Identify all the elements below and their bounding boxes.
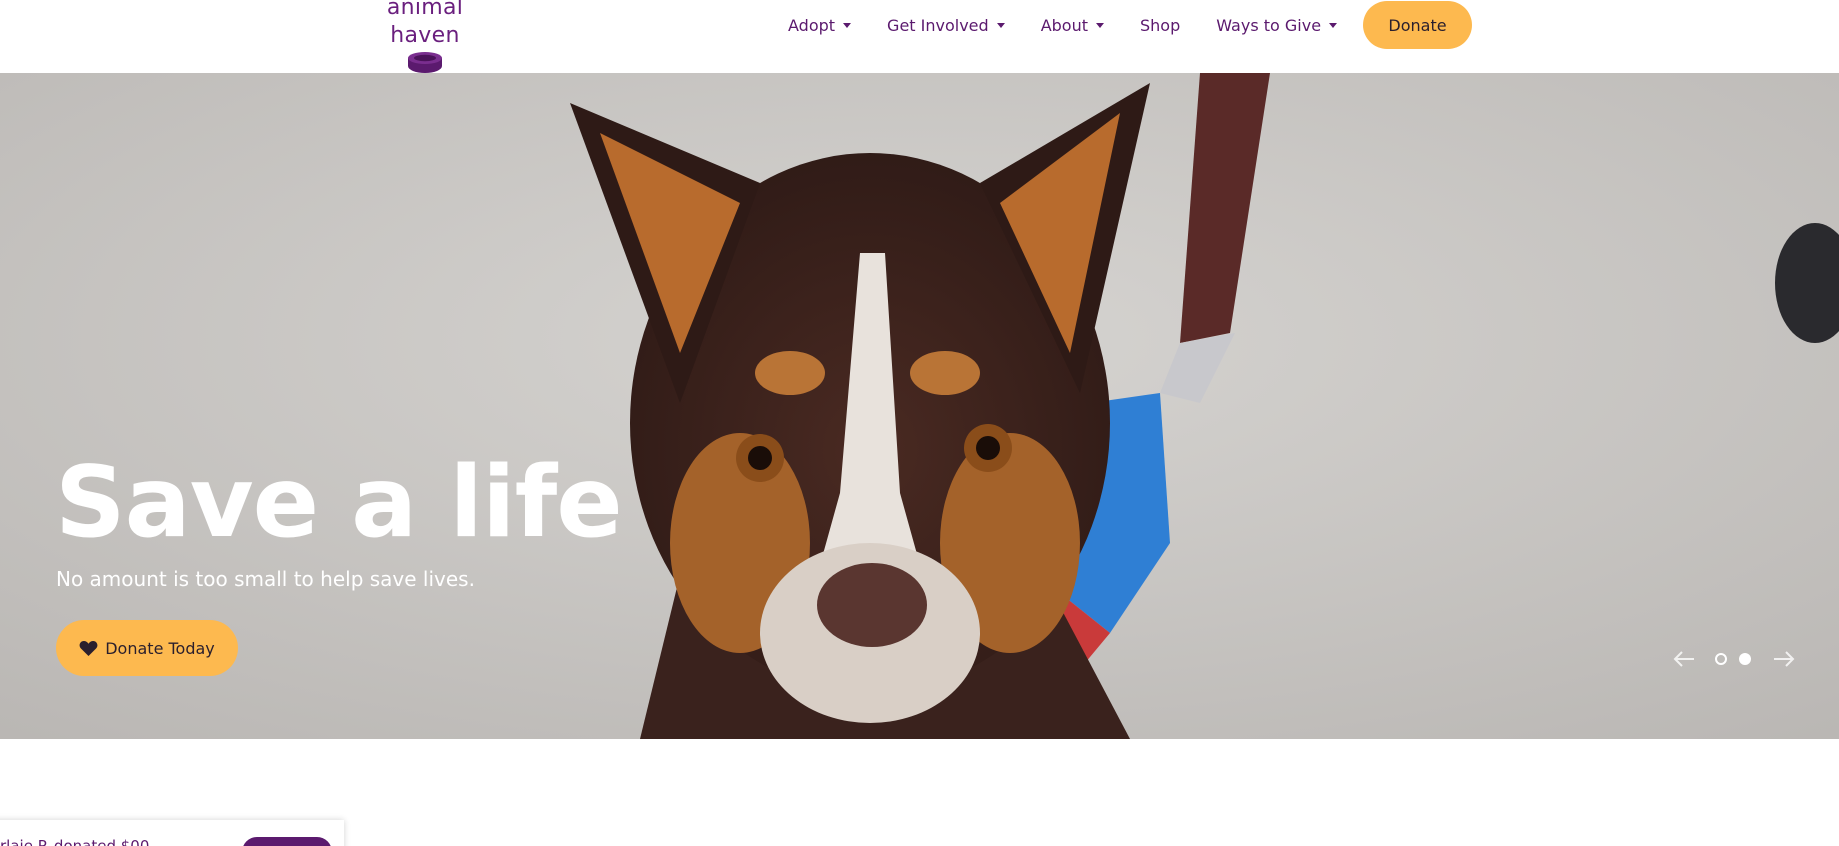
nav-get-involved[interactable]: Get Involved	[887, 16, 1005, 35]
slide-dot-2[interactable]	[1738, 650, 1752, 668]
hero-banner: Save a life No amount is too small to he…	[0, 73, 1839, 739]
header-donate-button[interactable]: Donate	[1363, 1, 1472, 49]
logo-text: animal haven	[386, 0, 464, 48]
hero-dog-photo	[0, 73, 1839, 739]
arrow-left-icon	[1673, 651, 1694, 667]
donate-today-label: Donate Today	[105, 638, 215, 658]
toast-action-button[interactable]	[242, 837, 332, 846]
recent-donation-text: rlaie P. donated $00	[0, 837, 150, 846]
nav-about[interactable]: About	[1041, 16, 1104, 35]
nav-adopt-label: Adopt	[788, 15, 836, 35]
slider-prev-button[interactable]	[1672, 650, 1696, 668]
caret-down-icon	[996, 22, 1005, 28]
caret-down-icon	[843, 22, 852, 28]
nav-adopt[interactable]: Adopt	[788, 15, 852, 35]
nav-get-involved-label: Get Involved	[887, 15, 989, 35]
slide-dot-2-indicator	[1739, 653, 1751, 665]
slider-next-button[interactable]	[1772, 650, 1796, 668]
arrow-right-icon	[1774, 651, 1795, 667]
slide-dot-1-indicator	[1715, 653, 1727, 665]
nav-ways-to-give-label: Ways to Give	[1216, 15, 1322, 35]
nav-about-label: About	[1040, 15, 1088, 35]
main-nav: Adopt Get Involved About Shop Ways to Gi…	[788, 14, 1338, 36]
recent-donation-toast: rlaie P. donated $00	[0, 820, 344, 846]
nav-shop-label: Shop	[1140, 15, 1181, 35]
nav-ways-to-give[interactable]: Ways to Give	[1216, 15, 1338, 35]
hero-title: Save a life	[55, 446, 623, 560]
slide-dot-1[interactable]	[1714, 650, 1728, 668]
site-header: animal haven Adopt Get Involved About Sh…	[0, 0, 1839, 73]
pet-bowl-icon	[408, 52, 442, 73]
site-logo[interactable]: animal haven	[354, 0, 496, 74]
heart-icon	[79, 640, 98, 656]
donate-today-button[interactable]: Donate Today	[56, 620, 238, 676]
nav-shop[interactable]: Shop	[1140, 16, 1180, 35]
caret-down-icon	[1329, 22, 1338, 28]
hero-subtitle: No amount is too small to help save live…	[56, 567, 475, 591]
caret-down-icon	[1096, 22, 1104, 28]
